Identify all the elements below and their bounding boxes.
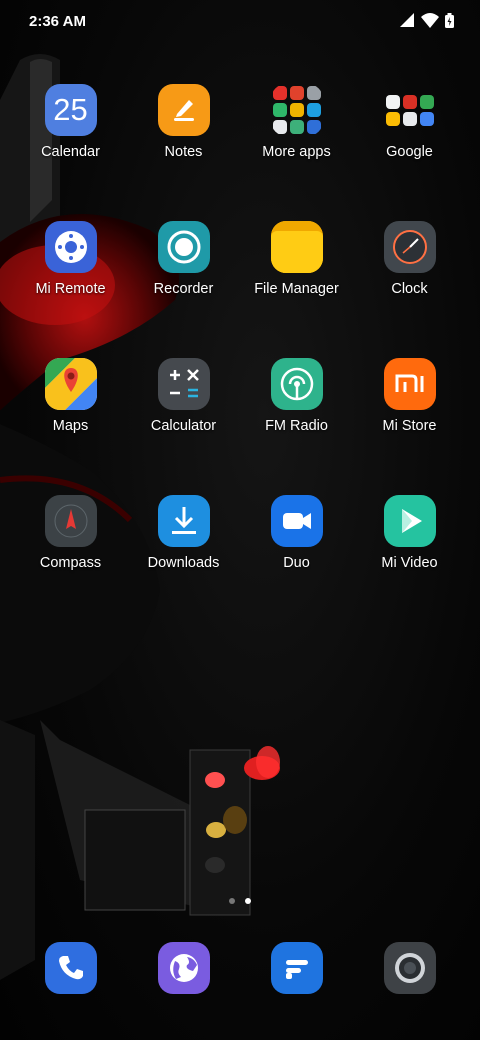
app-label: Downloads [147,555,220,571]
app-row: Compass Downloads Duo Mi Video [14,495,466,632]
folder-icon [384,84,436,136]
browser-icon [157,942,210,994]
app-grid: 25 Calendar Notes More apps Google Mi Re… [14,84,466,632]
wifi-icon [421,12,439,28]
dock-browser[interactable] [127,942,240,996]
app-mi-video[interactable]: Mi Video [353,495,466,632]
app-fm-radio[interactable]: FM Radio [240,358,353,495]
camera-icon [383,942,436,994]
app-maps[interactable]: Maps [14,358,127,495]
download-icon [157,495,210,547]
app-label: Mi Video [381,555,438,571]
battery-icon [445,12,454,28]
app-more-apps-folder[interactable]: More apps [240,84,353,221]
record-icon [157,221,210,273]
app-file-manager[interactable]: File Manager [240,221,353,358]
dock-messaging[interactable] [240,942,353,996]
radio-icon [270,358,323,410]
page-dot-active[interactable] [245,898,251,904]
app-recorder[interactable]: Recorder [127,221,240,358]
clock-icon [383,221,436,273]
play-icon [383,495,436,547]
folder-file-icon [270,221,323,273]
app-label: Notes [164,144,203,160]
app-label: Calendar [41,144,100,160]
app-calendar[interactable]: 25 Calendar [14,84,127,221]
app-clock[interactable]: Clock [353,221,466,358]
app-label: Recorder [153,281,214,297]
app-mi-store[interactable]: Mi Store [353,358,466,495]
app-label: Mi Remote [35,281,106,297]
mi-logo-icon [383,358,436,410]
signal-icon [400,13,414,27]
app-label: FM Radio [265,418,328,434]
app-row: 25 Calendar Notes More apps Google [14,84,466,221]
calendar-icon: 25 [44,84,97,136]
page-indicator [0,898,480,904]
status-bar: 2:36 AM [0,0,480,44]
dock [14,942,466,996]
app-label: Maps [52,418,89,434]
app-mi-remote[interactable]: Mi Remote [14,221,127,358]
app-label: More apps [262,144,331,160]
dock-phone[interactable] [14,942,127,996]
app-notes[interactable]: Notes [127,84,240,221]
app-calculator[interactable]: Calculator [127,358,240,495]
app-row: Mi Remote Recorder File Manager Clock [14,221,466,358]
app-label: Duo [283,555,310,571]
dock-camera[interactable] [353,942,466,996]
folder-icon [271,84,323,136]
compass-icon [44,495,97,547]
app-compass[interactable]: Compass [14,495,127,632]
calendar-day: 25 [53,92,88,127]
video-camera-icon [270,495,323,547]
app-google-folder[interactable]: Google [353,84,466,221]
map-pin-icon [44,358,97,410]
app-label: Clock [391,281,428,297]
app-label: Calculator [150,418,217,434]
app-downloads[interactable]: Downloads [127,495,240,632]
app-label: Compass [39,555,102,571]
status-icons [399,12,454,28]
phone-icon [44,942,97,994]
app-duo[interactable]: Duo [240,495,353,632]
app-label: Mi Store [382,418,437,434]
app-label: Google [386,144,433,160]
app-label: File Manager [254,281,339,297]
messaging-icon [270,942,323,994]
app-row: Maps Calculator FM Radio Mi Store [14,358,466,495]
remote-icon [44,221,97,273]
status-time: 2:36 AM [29,13,86,30]
page-dot[interactable] [229,898,235,904]
calculator-icon [157,358,210,410]
pencil-icon [157,84,210,136]
